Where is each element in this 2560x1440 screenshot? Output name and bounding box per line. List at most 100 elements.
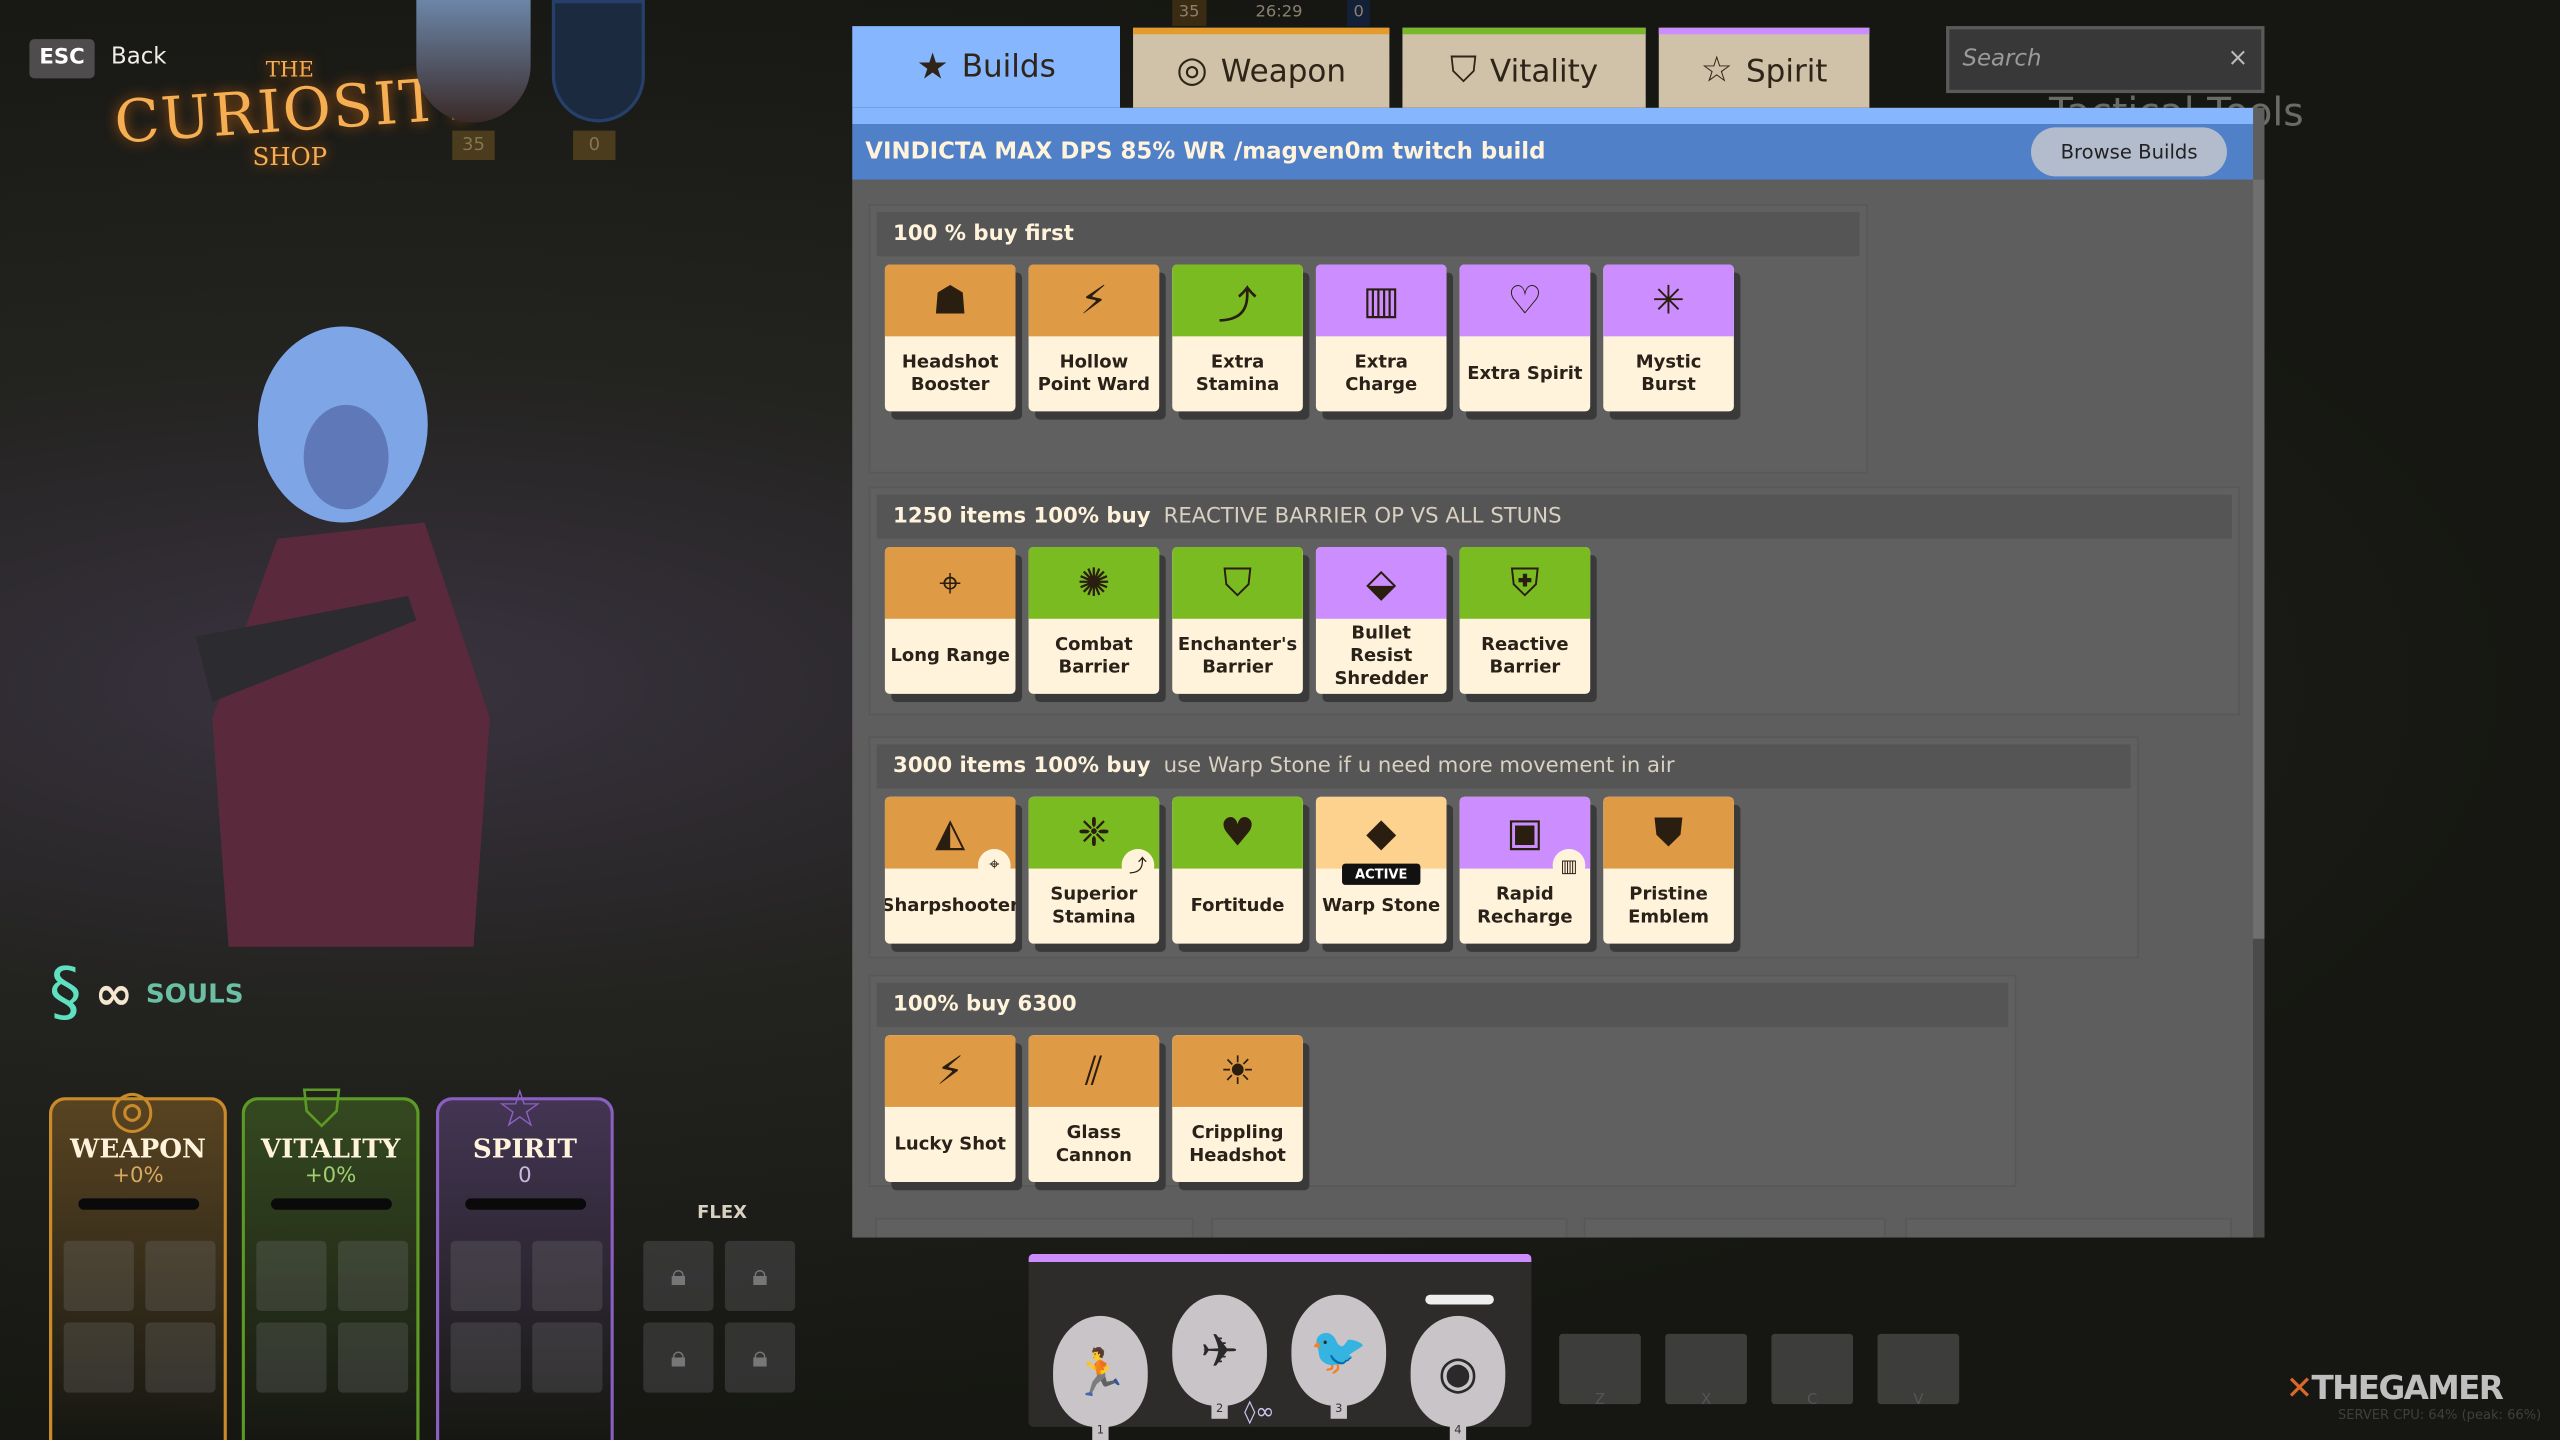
spirit-icon: ☆ <box>496 1077 544 1140</box>
tab-spirit[interactable]: ☆ Spirit <box>1658 27 1870 108</box>
weapon-icon: ◎ <box>1176 50 1208 92</box>
hero-portrait-ally[interactable] <box>416 0 531 123</box>
item-card[interactable]: ⚡ Lucky Shot <box>884 1035 1016 1183</box>
tab-weapon[interactable]: ◎ Weapon <box>1133 27 1390 108</box>
vitality-shield-icon: ⛉ <box>1450 50 1477 92</box>
item-card[interactable]: ⬙ Bullet Resist Shredder <box>1315 546 1447 694</box>
browse-builds-button[interactable]: Browse Builds <box>2031 127 2227 177</box>
item-card[interactable]: ⫽ Glass Cannon <box>1028 1035 1160 1183</box>
item-card[interactable]: ◭ ⌖ Sharpshooter <box>884 796 1016 944</box>
ability-2[interactable]: ✈ 2 <box>1172 1294 1267 1419</box>
active-item-slot-z[interactable]: Z <box>1559 1333 1641 1409</box>
item-name: Glass Cannon <box>1055 1121 1132 1166</box>
section-title: 100 % buy first <box>893 222 1074 247</box>
stat-value: 0 <box>518 1164 532 1189</box>
item-icon: ⛨ <box>1459 546 1591 619</box>
tab-vitality[interactable]: ⛉ Vitality <box>1402 27 1646 108</box>
ability-key: 2 <box>1211 1402 1228 1419</box>
component-item-icon: ▥ <box>1552 848 1586 882</box>
spirit-star-icon: ☆ <box>1700 50 1733 92</box>
active-item-slot-v[interactable]: V <box>1877 1333 1960 1409</box>
item-card[interactable]: ⛨ Reactive Barrier <box>1459 546 1591 694</box>
item-card[interactable]: ✳ Mystic Burst <box>1603 264 1734 412</box>
item-name: Extra Spirit <box>1467 362 1583 384</box>
item-name: Bullet Resist Shredder <box>1334 622 1428 689</box>
item-icon: ☗ <box>884 264 1016 337</box>
item-icon: ⬙ <box>1315 546 1447 619</box>
empty-item-slot[interactable] <box>532 1240 603 1312</box>
item-slots <box>450 1240 603 1393</box>
esc-key-badge[interactable]: ESC <box>29 39 95 79</box>
server-cpu-text: SERVER CPU: 64% (peak: 66%) <box>2337 1407 2542 1423</box>
curiosity-shop-logo: THE CURIOSITY SHOP <box>112 58 483 172</box>
item-card[interactable]: ✺ Combat Barrier <box>1028 546 1160 694</box>
ability-3[interactable]: 🐦 3 <box>1291 1294 1387 1419</box>
match-timer: 26:29 <box>1255 3 1303 22</box>
active-item-slot-c[interactable]: C <box>1771 1333 1854 1409</box>
souls-counter: § ∞ SOULS <box>48 955 244 1031</box>
lock-icon[interactable]: 🔒︎ <box>724 1322 796 1393</box>
item-card[interactable]: ◆ ACTIVE Warp Stone <box>1315 796 1447 944</box>
item-icon: ♡ <box>1459 264 1591 337</box>
item-card[interactable]: ⛊ Pristine Emblem <box>1603 796 1734 944</box>
item-icon: ✺ <box>1028 546 1160 619</box>
lock-icon[interactable]: 🔒︎ <box>724 1240 796 1312</box>
item-card[interactable]: ⌖ Long Range <box>884 546 1016 694</box>
item-card[interactable]: ♡ Extra Spirit <box>1459 264 1591 412</box>
weapon-icon: ◎ <box>109 1077 155 1140</box>
infinity-icon: ∞ <box>94 965 133 1020</box>
item-name: Pristine Emblem <box>1628 883 1710 928</box>
item-name: Hollow Point Ward <box>1037 351 1151 396</box>
portrait-value: 35 <box>452 130 495 160</box>
empty-item-slot[interactable] <box>63 1322 134 1393</box>
section-note: use Warp Stone if u need more movement i… <box>1163 754 1675 779</box>
item-icon: ⛊ <box>1603 796 1734 869</box>
empty-item-slot[interactable] <box>145 1322 216 1393</box>
empty-item-slot[interactable] <box>337 1240 409 1312</box>
item-card[interactable]: ▣ ▥ Rapid Recharge <box>1459 796 1591 944</box>
ability-4[interactable]: ◉ 4 <box>1410 1315 1506 1440</box>
item-card[interactable]: ☗ Headshot Booster <box>884 264 1016 412</box>
empty-item-slot[interactable] <box>450 1240 521 1312</box>
vitality-icon: ⛉ <box>302 1077 342 1140</box>
item-card[interactable]: ⛉ Enchanter's Barrier <box>1172 546 1303 694</box>
lock-icon[interactable]: 🔒︎ <box>643 1322 714 1393</box>
build-section: 1250 items 100% buy REACTIVE BARRIER OP V… <box>868 486 2240 716</box>
hero-portrait-empty[interactable] <box>551 0 645 123</box>
item-icon: ♥ <box>1172 796 1303 869</box>
item-card[interactable]: ☀ Crippling Headshot <box>1172 1035 1303 1183</box>
empty-item-slot[interactable] <box>256 1240 327 1312</box>
thegamer-watermark: ✕THEGAMER <box>2285 1368 2504 1408</box>
item-card[interactable]: ❈ ⤴ Superior Stamina <box>1028 796 1160 944</box>
lock-icon[interactable]: 🔒︎ <box>643 1240 714 1312</box>
active-item-slot-x[interactable]: X <box>1665 1333 1747 1409</box>
search-input[interactable]: Search × <box>1946 26 2265 94</box>
item-card[interactable]: ⤴ Extra Stamina <box>1172 264 1303 412</box>
empty-item-slot[interactable] <box>450 1322 521 1393</box>
item-card[interactable]: ▥ Extra Charge <box>1315 264 1447 412</box>
empty-item-slot[interactable] <box>337 1322 409 1393</box>
section-title: 3000 items 100% buy <box>893 754 1151 779</box>
section-header: 100% buy 6300 <box>876 982 2009 1027</box>
item-card[interactable]: ⚡ Hollow Point Ward <box>1028 264 1160 412</box>
item-name: Crippling Headshot <box>1189 1121 1286 1166</box>
ability-1[interactable]: 🏃 1 <box>1053 1315 1148 1440</box>
stat-progress-bar <box>77 1198 199 1210</box>
scrollbar-thumb[interactable] <box>2253 179 2265 939</box>
tab-builds[interactable]: ★ Builds <box>852 26 1120 108</box>
build-title-bar: VINDICTA MAX DPS 85% WR /magven0m twitch… <box>852 124 2254 180</box>
build-title: VINDICTA MAX DPS 85% WR /magven0m twitch… <box>865 138 1546 165</box>
portrait-value: 0 <box>573 130 616 160</box>
flex-label: FLEX <box>697 1201 747 1223</box>
empty-item-slot[interactable] <box>145 1240 216 1312</box>
empty-item-slot[interactable] <box>256 1322 327 1393</box>
empty-item-slot[interactable] <box>63 1240 134 1312</box>
item-card[interactable]: ♥ Fortitude <box>1172 796 1303 944</box>
section-header: 1250 items 100% buy REACTIVE BARRIER OP V… <box>876 494 2232 539</box>
empty-item-slot[interactable] <box>532 1322 603 1393</box>
clear-search-icon[interactable]: × <box>2228 42 2249 71</box>
game-screen: ESC Back THE CURIOSITY SHOP 35 0 35 26:29 … <box>0 0 2560 1440</box>
item-name: Enchanter's Barrier <box>1177 633 1298 678</box>
item-icon: ⛉ <box>1172 546 1303 619</box>
item-name: Mystic Burst <box>1635 351 1702 396</box>
